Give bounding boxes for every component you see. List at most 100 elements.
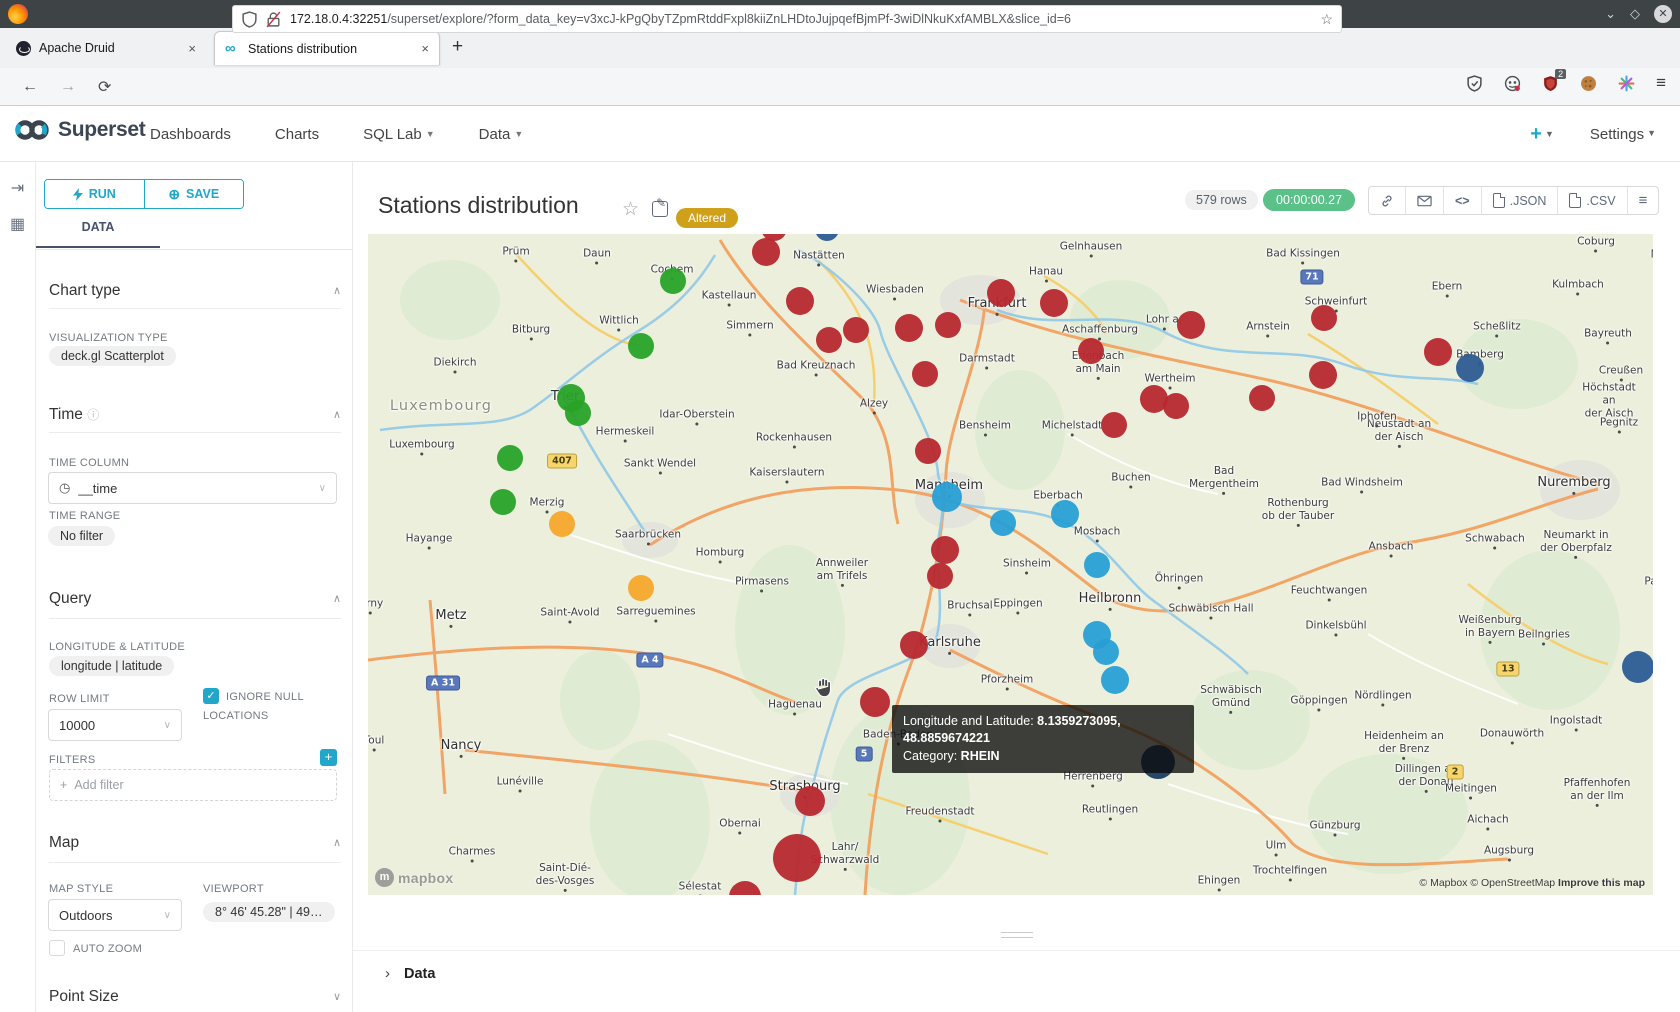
map-point[interactable] xyxy=(1177,311,1205,339)
window-maximize-icon[interactable]: ◇ xyxy=(1630,6,1640,22)
ublock-icon[interactable]: 2 xyxy=(1542,75,1559,92)
map-point[interactable] xyxy=(816,327,842,353)
map-point[interactable] xyxy=(932,482,962,512)
map-point[interactable] xyxy=(927,563,953,589)
cookie-icon[interactable] xyxy=(1580,75,1597,92)
auto-zoom-checkbox[interactable] xyxy=(49,940,65,956)
superset-brand[interactable]: Superset xyxy=(14,118,145,142)
row-limit-select[interactable]: 10000 ∨ xyxy=(48,709,182,741)
map-point[interactable] xyxy=(1040,289,1068,317)
pocket-shield-icon[interactable] xyxy=(1466,75,1483,92)
tab-close-icon[interactable]: × xyxy=(188,41,196,56)
map-point[interactable] xyxy=(1163,393,1189,419)
map-point[interactable] xyxy=(1424,338,1452,366)
back-icon[interactable]: ← xyxy=(22,78,38,96)
map-point[interactable] xyxy=(1101,412,1127,438)
map-point[interactable] xyxy=(490,489,516,515)
tab-close-icon[interactable]: × xyxy=(421,41,429,56)
insecure-lock-icon[interactable] xyxy=(265,11,282,28)
export-json-button[interactable]: .JSON xyxy=(1482,187,1559,214)
map-point[interactable] xyxy=(900,631,928,659)
tab-stations-distribution[interactable]: ∞ Stations distribution × xyxy=(214,31,440,65)
map-point[interactable] xyxy=(915,438,941,464)
map-point[interactable] xyxy=(549,511,575,537)
navbar-item-charts[interactable]: Charts xyxy=(275,126,319,143)
map-point[interactable] xyxy=(795,786,825,816)
navbar-item-sql-lab[interactable]: SQL Lab▼ xyxy=(363,126,435,143)
share-link-button[interactable] xyxy=(1369,187,1406,214)
new-tab-button[interactable]: + xyxy=(452,36,463,58)
map-point[interactable] xyxy=(1084,552,1110,578)
data-panel-header[interactable]: › Data xyxy=(385,965,435,982)
extension-asterisk-icon[interactable] xyxy=(1618,75,1635,92)
dataset-grid-icon[interactable]: ▦ xyxy=(0,214,35,234)
reload-icon[interactable]: ⟳ xyxy=(98,77,111,97)
bookmark-star-icon[interactable]: ☆ xyxy=(1320,11,1333,28)
viz-type-value[interactable]: deck.gl Scatterplot xyxy=(49,346,176,366)
section-point-size[interactable]: Point Size∨ xyxy=(49,988,341,1006)
ignore-null-checkbox[interactable]: ✓ xyxy=(203,688,219,704)
containers-mask-icon[interactable] xyxy=(1504,75,1521,92)
map-point[interactable] xyxy=(752,238,780,266)
map-point[interactable] xyxy=(860,687,890,717)
map-point[interactable] xyxy=(843,317,869,343)
map-point[interactable] xyxy=(895,314,923,342)
section-time[interactable]: Time ⓘ∧ xyxy=(49,406,341,424)
tab-apache-druid[interactable]: Apache Druid × xyxy=(6,31,206,65)
expand-panel-icon[interactable]: ⇥ xyxy=(0,178,35,198)
more-options-icon[interactable]: ≡ xyxy=(1628,187,1659,214)
map-point[interactable] xyxy=(628,333,654,359)
tracking-shield-icon[interactable] xyxy=(241,11,258,28)
navbar-item-dashboards[interactable]: Dashboards xyxy=(150,126,231,143)
settings-menu-button[interactable]: Settings▼ xyxy=(1590,126,1656,143)
improve-map-link[interactable]: Improve this map xyxy=(1558,877,1645,889)
map-attribution[interactable]: © Mapbox © OpenStreetMap Improve this ma… xyxy=(1419,877,1645,889)
export-csv-button[interactable]: .CSV xyxy=(1558,187,1627,214)
map-point[interactable] xyxy=(931,536,959,564)
map-point[interactable] xyxy=(990,510,1016,536)
map-point[interactable] xyxy=(773,834,821,882)
new-menu-button[interactable]: +▼ xyxy=(1530,123,1554,146)
lonlat-value[interactable]: longitude | latitude xyxy=(49,656,174,676)
forward-icon[interactable]: → xyxy=(60,78,76,96)
section-chart-type[interactable]: Chart type∧ xyxy=(49,282,341,300)
tab-data[interactable]: DATA xyxy=(36,220,160,248)
map-point[interactable] xyxy=(1456,354,1484,382)
map-point[interactable] xyxy=(786,287,814,315)
map-point[interactable] xyxy=(912,361,938,387)
map-point[interactable] xyxy=(565,400,591,426)
window-minimize-icon[interactable]: ⌄ xyxy=(1605,6,1616,22)
map-point[interactable] xyxy=(1093,639,1119,665)
run-button[interactable]: RUN xyxy=(45,180,145,208)
edit-properties-icon[interactable] xyxy=(652,201,668,217)
section-query[interactable]: Query∧ xyxy=(49,590,341,608)
url-bar[interactable]: 172.18.0.4:32251/superset/explore/?form_… xyxy=(232,5,1342,33)
map-point[interactable] xyxy=(1622,651,1653,683)
viewport-value[interactable]: 8° 46' 45.28" | 49… xyxy=(203,902,335,922)
time-column-select[interactable]: ◷ __time ∨ xyxy=(48,472,337,504)
save-button[interactable]: ⊕ SAVE xyxy=(145,180,244,208)
embed-code-button[interactable]: <> xyxy=(1444,187,1482,214)
add-filter-field[interactable]: + Add filter xyxy=(49,769,337,801)
add-filter-plus-button[interactable]: + xyxy=(320,749,337,766)
email-button[interactable] xyxy=(1406,187,1444,214)
window-close-icon[interactable]: ✕ xyxy=(1654,5,1672,23)
map-point[interactable] xyxy=(1101,666,1129,694)
map-point[interactable] xyxy=(1051,500,1079,528)
map-point[interactable] xyxy=(1311,305,1337,331)
map-point[interactable] xyxy=(987,279,1015,307)
map-point[interactable] xyxy=(1309,361,1337,389)
map-point[interactable] xyxy=(628,575,654,601)
map-point[interactable] xyxy=(1078,338,1104,364)
map-style-select[interactable]: Outdoors ∨ xyxy=(48,899,182,931)
mapbox-logo[interactable]: m mapbox xyxy=(375,868,453,887)
section-map[interactable]: Map∧ xyxy=(49,834,341,852)
panel-resize-handle[interactable] xyxy=(1001,932,1033,942)
map-point[interactable] xyxy=(660,268,686,294)
navbar-item-data[interactable]: Data▼ xyxy=(479,126,524,143)
map-point[interactable] xyxy=(1249,385,1275,411)
favorite-star-icon[interactable]: ☆ xyxy=(622,198,639,221)
map-point[interactable] xyxy=(935,312,961,338)
menu-icon[interactable]: ≡ xyxy=(1656,73,1666,93)
deckgl-scatter-map[interactable]: PrümDaunCochemNastättenGelnhausenBad Kis… xyxy=(368,234,1653,895)
